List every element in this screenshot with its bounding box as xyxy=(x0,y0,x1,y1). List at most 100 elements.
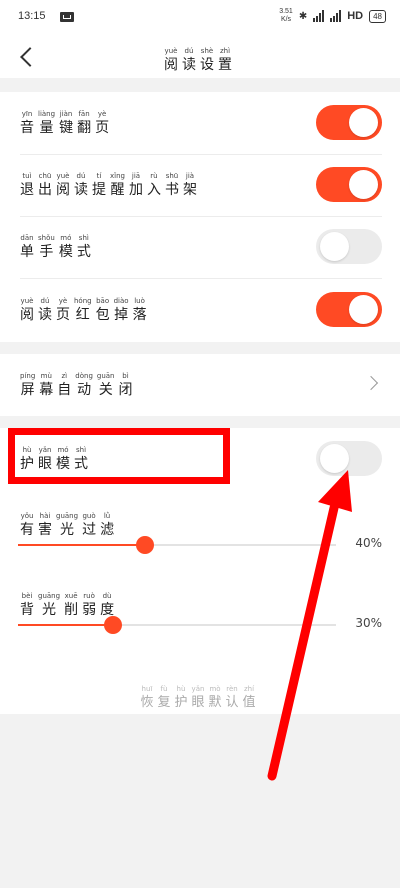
hanzi: 值 xyxy=(242,695,256,710)
char-with-pinyin: lǜ 滤 xyxy=(100,512,114,539)
pinyin: hóng xyxy=(74,297,92,305)
char-with-pinyin: guò 过 xyxy=(82,512,96,539)
hanzi: 阅 xyxy=(56,182,70,198)
pinyin: dú xyxy=(76,172,86,180)
nav-bar: yuè 阅 dú 读 shè 设 zhì 置 xyxy=(0,34,400,78)
backlight-dim-value: 30% xyxy=(355,616,382,630)
hanzi: 读 xyxy=(182,57,196,73)
char-with-pinyin: huī 恢 xyxy=(140,685,153,712)
pinyin: zì xyxy=(61,372,68,380)
hanzi: 认 xyxy=(225,695,239,710)
pinyin: mó xyxy=(60,234,72,242)
pinyin: ruò xyxy=(83,592,95,600)
pinyin: jiàn xyxy=(59,110,73,118)
eye-protection-toggle[interactable] xyxy=(316,441,382,476)
hanzi: 键 xyxy=(59,120,74,136)
pinyin: shì xyxy=(78,234,89,242)
exit-add-shelf-toggle[interactable] xyxy=(316,167,382,202)
hanzi: 复 xyxy=(157,695,171,710)
hanzi: 出 xyxy=(38,182,52,198)
char-with-pinyin: yè 页 xyxy=(56,297,70,324)
hanzi: 提 xyxy=(92,182,106,198)
pinyin: yè xyxy=(97,110,107,118)
slider-fill xyxy=(18,624,114,626)
hanzi: 入 xyxy=(146,182,161,198)
pinyin: hài xyxy=(39,512,51,520)
pinyin: xǐng xyxy=(110,172,125,180)
signal-icon-2 xyxy=(330,10,342,22)
harmful-light-filter-slider[interactable] xyxy=(18,536,336,554)
pinyin: dòng xyxy=(75,372,93,380)
pinyin: rù xyxy=(150,172,158,180)
pinyin: dù xyxy=(102,592,112,600)
pinyin: dú xyxy=(184,47,194,55)
slider-fill xyxy=(18,544,146,546)
highlight-box xyxy=(8,428,230,484)
char-with-pinyin: hù 护 xyxy=(174,685,187,712)
char-with-pinyin: jià 架 xyxy=(183,172,197,199)
row-exit-add-shelf: tuì 退 chū 出 yuè 阅 dú 读 tí 提 xǐng 醒 jiā 加 rù 入 shū 书 jià 架 xyxy=(20,154,382,217)
pinyin: yǎn xyxy=(191,685,205,693)
char-with-pinyin: fù 复 xyxy=(157,685,170,712)
char-with-pinyin: bì 闭 xyxy=(119,372,133,399)
pinyin: hù xyxy=(176,685,186,693)
hanzi: 手 xyxy=(39,244,54,260)
battery-icon: 48 xyxy=(369,9,386,23)
harmful-light-filter-block: yǒu 有 hài 害 guāng 光 guò 过 lǜ 滤 40% xyxy=(18,510,382,590)
screen-auto-off-label: píng 屏 mù 幕 zì 自 dòng 动 guān 关 bì 闭 xyxy=(20,372,137,399)
pinyin: luò xyxy=(134,297,145,305)
char-with-pinyin: xuē 削 xyxy=(64,592,78,619)
exit-add-shelf-label: tuì 退 chū 出 yuè 阅 dú 读 tí 提 xǐng 醒 jiā 加 rù 入 shū 书 jià 架 xyxy=(20,172,201,199)
reading-settings-section: yīn 音 liàng 量 jiàn 键 fān 翻 yè 页 tuì 退 chū 出 yuè 阅 dú 读 tí… xyxy=(0,92,400,342)
network-speed: 3.51 K/s xyxy=(279,8,293,24)
hanzi: 幕 xyxy=(39,382,54,398)
pinyin: bāo xyxy=(96,297,110,305)
char-with-pinyin: fān 翻 xyxy=(77,110,91,137)
char-with-pinyin: rèn 认 xyxy=(226,685,239,712)
harmful-light-filter-label: yǒu 有 hài 害 guāng 光 guò 过 lǜ 滤 xyxy=(20,512,118,539)
hanzi: 背 xyxy=(20,602,34,618)
hanzi: 恢 xyxy=(140,695,154,710)
hanzi: 自 xyxy=(57,382,72,398)
toggle-knob xyxy=(349,170,378,199)
pinyin: fān xyxy=(78,110,90,118)
pinyin: yuè xyxy=(164,47,178,55)
pinyin: xuē xyxy=(64,592,78,600)
pinyin: guò xyxy=(82,512,96,520)
toggle-knob xyxy=(349,108,378,137)
hanzi: 默 xyxy=(208,695,222,710)
hanzi: 模 xyxy=(58,244,73,260)
hanzi: 单 xyxy=(20,244,34,260)
pinyin: yǒu xyxy=(20,512,34,520)
hanzi: 闭 xyxy=(118,382,133,398)
hanzi: 书 xyxy=(164,182,179,198)
backlight-dim-slider[interactable] xyxy=(18,616,336,634)
hanzi: 红 xyxy=(75,307,90,323)
red-packet-drop-toggle[interactable] xyxy=(316,292,382,327)
pinyin: tuì xyxy=(22,172,32,180)
hanzi: 光 xyxy=(60,522,75,538)
signal-icon xyxy=(313,10,325,22)
chevron-right-icon xyxy=(363,375,379,391)
hanzi: 读 xyxy=(74,182,88,198)
hanzi: 落 xyxy=(132,307,147,323)
pinyin: dú xyxy=(40,297,50,305)
hanzi: 音 xyxy=(20,120,34,136)
hanzi: 阅 xyxy=(164,57,178,73)
one-hand-mode-toggle[interactable] xyxy=(316,229,382,264)
slider-thumb[interactable] xyxy=(104,616,123,634)
reset-default-button[interactable]: huī 恢 fù 复 hù 护 yǎn 眼 mò 默 rèn 认 zhí 值 xyxy=(0,676,400,712)
row-screen-auto-off[interactable]: píng 屏 mù 幕 zì 自 dòng 动 guān 关 bì 闭 xyxy=(20,354,382,417)
slider-thumb[interactable] xyxy=(136,536,155,554)
backlight-dim-label: bèi 背 guāng 光 xuē 削 ruò 弱 dù 度 xyxy=(20,592,118,619)
toggle-knob xyxy=(320,232,349,261)
hanzi: 量 xyxy=(39,120,54,136)
hanzi: 包 xyxy=(95,307,110,323)
char-with-pinyin: tuì 退 xyxy=(20,172,34,199)
pinyin: liàng xyxy=(38,110,56,118)
pinyin: zhí xyxy=(244,685,255,693)
row-volume-key-flip: yīn 音 liàng 量 jiàn 键 fān 翻 yè 页 xyxy=(20,92,382,155)
volume-key-flip-toggle[interactable] xyxy=(316,105,382,140)
char-with-pinyin: liàng 量 xyxy=(38,110,55,137)
hanzi: 页 xyxy=(95,120,110,136)
